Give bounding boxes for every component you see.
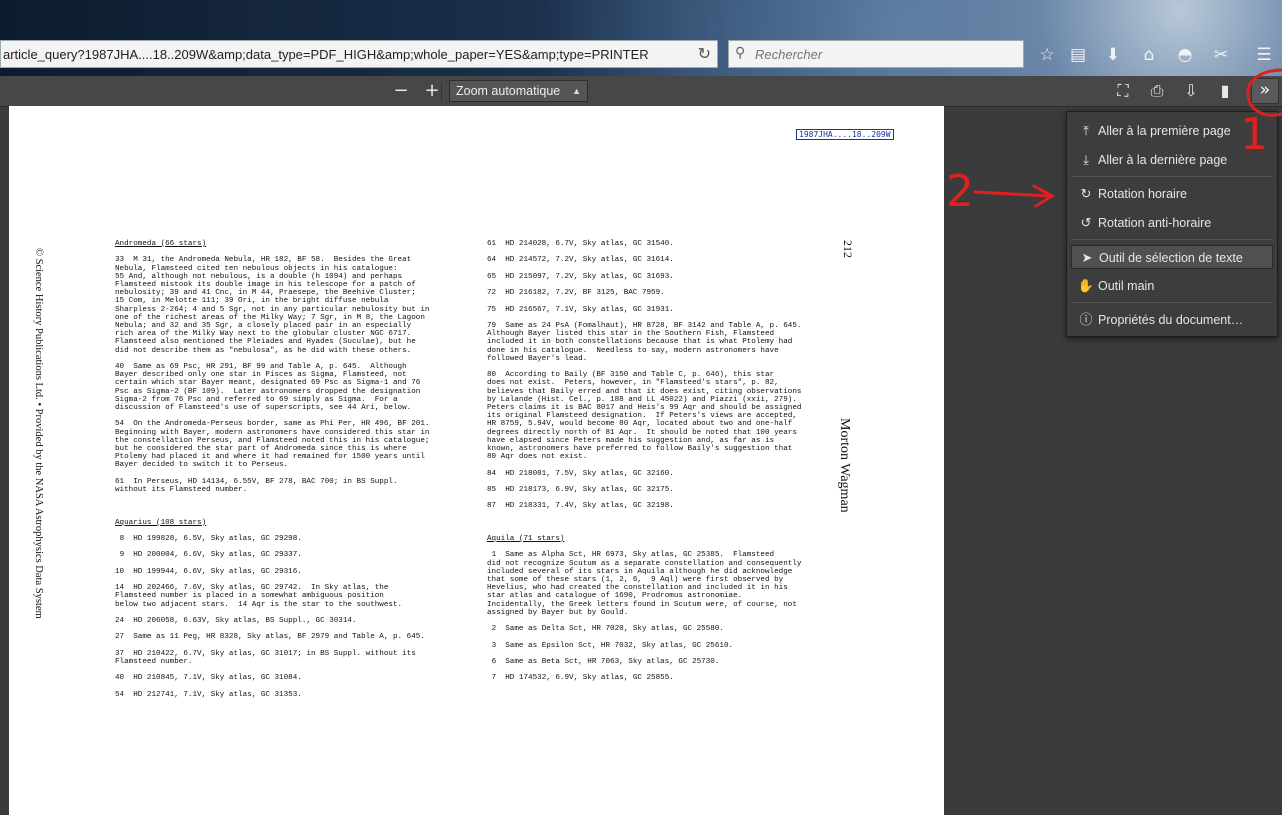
annotation-number-two: 2 xyxy=(946,166,974,217)
annotation-overlay xyxy=(973,68,1282,208)
annotation-arrow xyxy=(973,184,1055,208)
annotation-number-one: 1 xyxy=(1240,109,1268,160)
